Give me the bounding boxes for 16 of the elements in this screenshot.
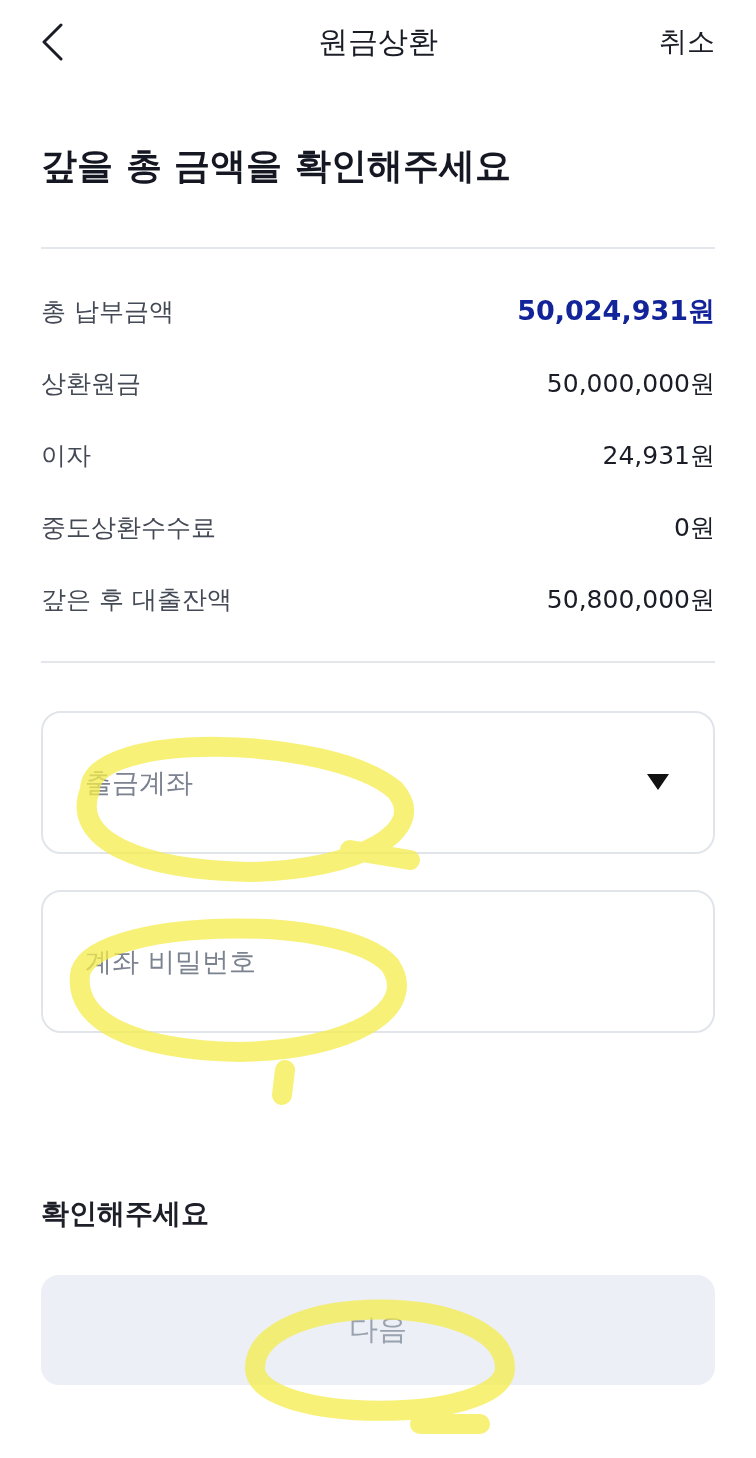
summary-label: 상환원금 — [41, 367, 141, 400]
summary-value: 50,024,931원 — [517, 294, 715, 328]
summary-label: 이자 — [41, 439, 91, 472]
back-icon — [41, 23, 63, 61]
dropdown-icon — [647, 774, 669, 790]
notice-heading: 확인해주세요 — [41, 1196, 210, 1232]
summary-value: 0원 — [674, 511, 715, 544]
summary-label: 중도상환수수료 — [41, 511, 216, 544]
summary-label: 갚은 후 대출잔액 — [41, 583, 232, 616]
cancel-button[interactable]: 취소 — [659, 23, 715, 61]
summary-label: 총 납부금액 — [41, 295, 174, 328]
summary-value: 24,931원 — [602, 439, 715, 472]
summary-value: 50,000,000원 — [546, 367, 715, 400]
summary-value: 50,800,000원 — [546, 583, 715, 616]
screen-title: 원금상환 — [318, 22, 438, 61]
page-heading: 갚을 총 금액을 확인해주세요 — [41, 144, 512, 188]
